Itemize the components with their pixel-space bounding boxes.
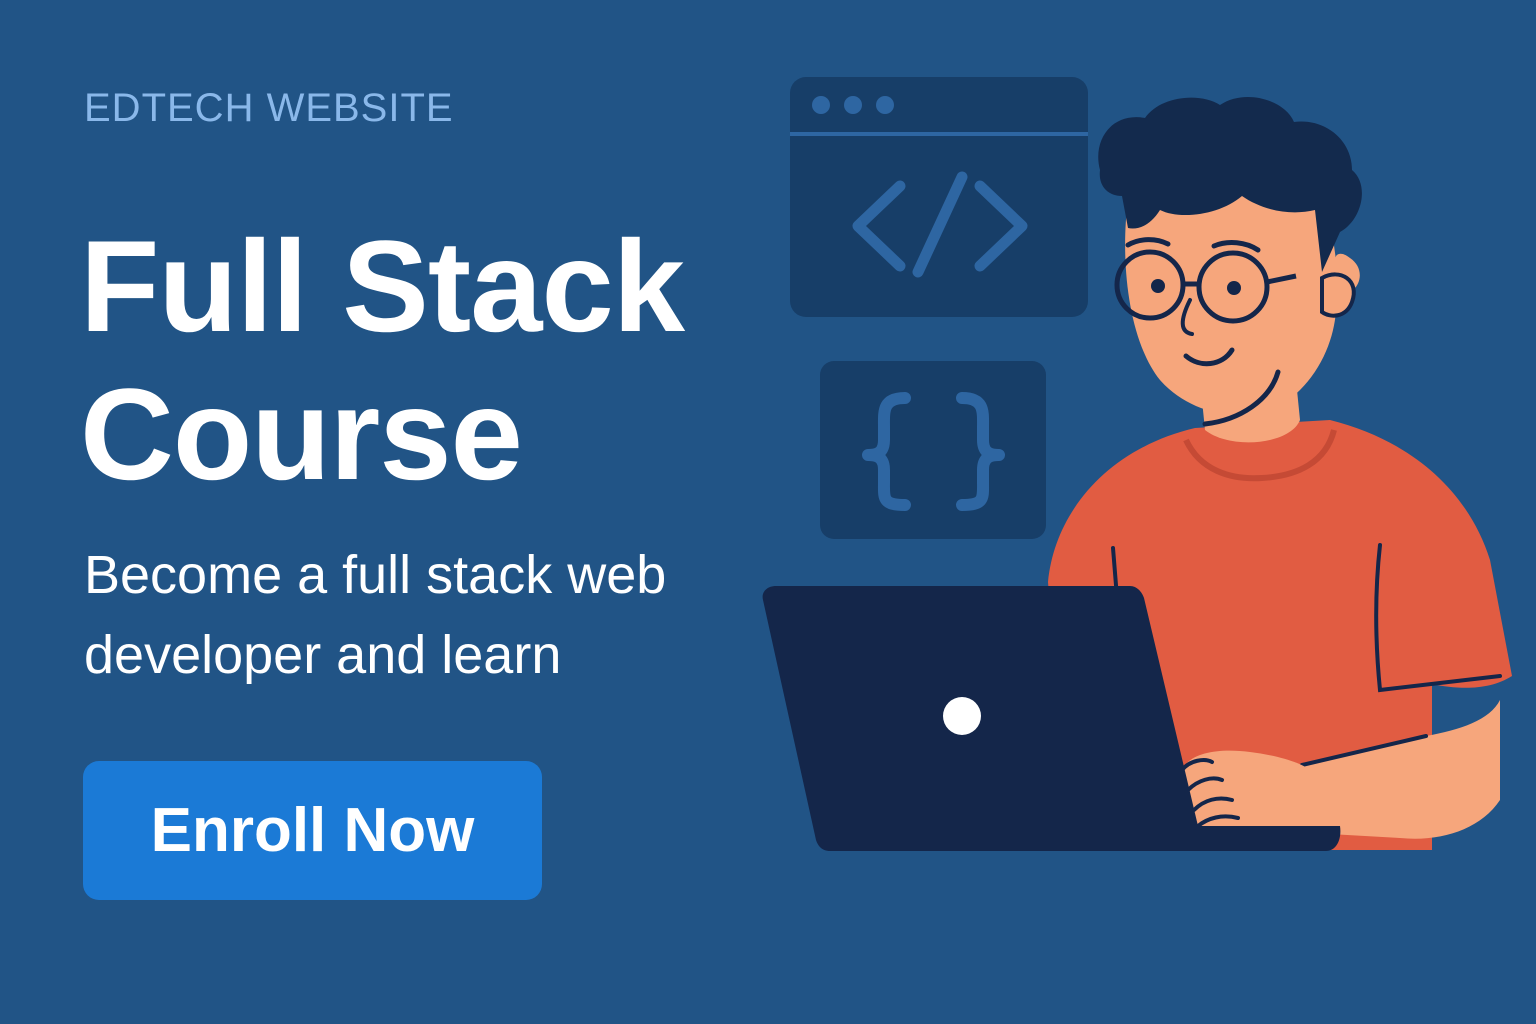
hero-illustration (762, 77, 1512, 851)
code-window-card (790, 77, 1088, 317)
braces-card (820, 361, 1046, 539)
laptop-logo (943, 697, 981, 735)
